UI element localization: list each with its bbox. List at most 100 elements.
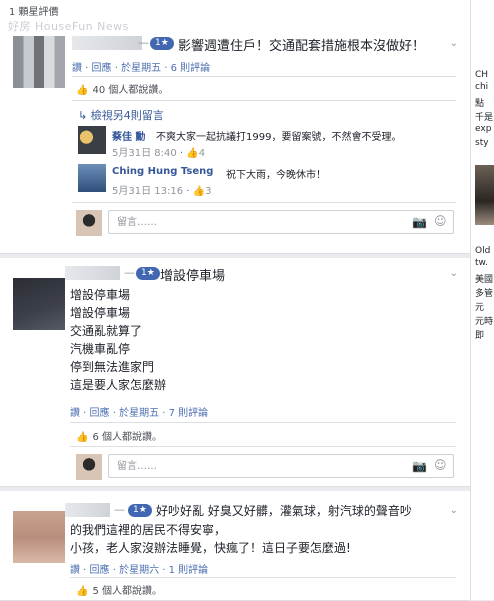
comment-body: 的我們這裡的居民不得安寧， 小孩，老人家沒辦法睡覺，快瘋了！這日子要怎麼過!	[70, 521, 351, 557]
sidebar-thumbnail[interactable]	[475, 165, 494, 225]
comment-3: — 1★ 好吵好亂 好臭又好髒，灌氣球，射汽球的聲音吵 ⌄ 的我們這裡的居民不得…	[0, 491, 470, 601]
divider	[70, 577, 456, 578]
reply-author[interactable]: 蔡佳 勳	[112, 128, 145, 143]
comment-title: 增設停車場	[160, 269, 226, 284]
body-line: 小孩，老人家沒辦法睡覺，快瘋了！這日子要怎麼過!	[70, 541, 351, 555]
body-line: 的我們這裡的居民不得安寧，	[70, 523, 227, 537]
edit-link[interactable]: 7 則評論	[169, 408, 209, 419]
divider	[72, 202, 456, 203]
body-line: 汽機車亂停	[70, 342, 131, 356]
star-badge: 1★	[150, 37, 174, 50]
thumbs-up-icon: · 👍	[186, 186, 206, 197]
sidebar-text: 元時	[475, 317, 494, 327]
sidebar-text: exp	[475, 124, 492, 134]
my-avatar	[76, 210, 102, 236]
reply-like-count: 3	[205, 186, 212, 197]
rating-header: 1 顆星評價	[0, 0, 470, 18]
reply-text: 祝下大雨，今晚休市！	[226, 170, 326, 181]
comment-body: 增設停車場 增設停車場 交通亂就算了 汽機車亂停 停到無法進家門 這是要人家怎麼…	[70, 286, 166, 394]
chevron-down-icon[interactable]: ⌄	[450, 38, 458, 49]
emoji-icon[interactable]: ☺	[434, 458, 447, 472]
name-dash: —	[114, 503, 125, 516]
comment-meta: 讚 · 回應 · 於星期五 · 6 則評論	[72, 63, 211, 74]
avatar[interactable]	[13, 36, 65, 88]
reply-text: 不爽大家一起抗議打1999，要留案號，不然會不受理。	[156, 132, 402, 143]
reply-avatar[interactable]	[78, 126, 106, 154]
sidebar-text: 千是	[475, 113, 494, 123]
commenter-name[interactable]	[65, 266, 120, 280]
like-link[interactable]: 讚	[70, 408, 80, 419]
star-badge: 1★	[136, 267, 160, 280]
camera-icon[interactable]: 📷	[412, 215, 427, 229]
thumbs-up-icon: 👍	[76, 85, 89, 96]
thumbs-up-icon: · 👍	[179, 148, 199, 159]
comment-title: 影響週遭住戶！交通配套措施根本沒做好！	[178, 39, 426, 54]
avatar[interactable]	[13, 511, 65, 563]
body-line: 停到無法進家門	[70, 360, 155, 374]
reply-date[interactable]: 5月31日 13:16	[112, 186, 183, 197]
sidebar-text[interactable]: chi	[475, 82, 488, 92]
like-count-text: 5 個人都說讚。	[92, 586, 162, 597]
comment-date[interactable]: 於星期六	[119, 565, 159, 576]
sidebar-text: 元	[475, 303, 485, 313]
reply-meta: 5月31日 8:40 · 👍4	[112, 144, 205, 159]
body-line: 增設停車場	[70, 306, 131, 320]
sidebar-text: sty	[475, 138, 489, 148]
comment-2: — 1★ 增設停車場 ⌄ 增設停車場 增設停車場 交通亂就算了 汽機車亂停 停到…	[0, 258, 470, 487]
divider	[72, 76, 456, 77]
like-summary[interactable]: 👍 5 個人都說讚。	[76, 582, 162, 597]
like-count-text: 6 個人都說讚。	[92, 432, 162, 443]
like-link[interactable]: 讚	[72, 63, 82, 74]
reply-input-row: 留言…… 📷 ☺	[76, 210, 456, 238]
name-dash: —	[138, 36, 149, 49]
divider	[70, 422, 456, 423]
more-replies-label: 檢視另4則留言	[90, 109, 164, 122]
right-sidebar: CH chi 點 千是 exp sty Old tw. 美國 多管 元 元時 即	[470, 0, 494, 600]
sidebar-text[interactable]: tw.	[475, 258, 488, 268]
reply-like-count: 4	[198, 148, 206, 159]
sidebar-text[interactable]: CH	[475, 70, 488, 80]
reply-input[interactable]: 留言……	[108, 454, 454, 478]
reply-avatar[interactable]	[78, 164, 106, 192]
reply-author[interactable]: Ching Hung Tseng	[112, 166, 213, 177]
sidebar-text[interactable]: Old	[475, 246, 490, 256]
comment-1: 好房 HouseFun News — 1★ 影響週遭住戶！交通配套措施根本沒做好…	[0, 16, 470, 254]
camera-icon[interactable]: 📷	[412, 459, 427, 473]
avatar[interactable]	[13, 278, 65, 330]
comment-date[interactable]: 於星期五	[121, 63, 161, 74]
chevron-down-icon[interactable]: ⌄	[450, 268, 458, 279]
emoji-icon[interactable]: ☺	[434, 214, 447, 228]
my-avatar	[76, 454, 102, 480]
commenter-name[interactable]	[72, 36, 142, 50]
commenter-name[interactable]	[65, 503, 110, 517]
reply-date[interactable]: 5月31日 8:40	[112, 148, 177, 159]
like-summary[interactable]: 👍 40 個人都說讚。	[76, 81, 168, 96]
watermark: 好房 HouseFun News	[8, 20, 129, 33]
view-more-replies[interactable]: ↳ 檢視另4則留言	[78, 107, 164, 123]
reply-arrow-icon: ↳	[78, 109, 91, 122]
body-line: 增設停車場	[70, 288, 131, 302]
reply-link[interactable]: 回應	[90, 565, 110, 576]
edit-link[interactable]: 6 則評論	[171, 63, 211, 74]
reply-meta: 5月31日 13:16 · 👍3	[112, 182, 211, 197]
name-dash: —	[124, 266, 135, 279]
comment-title: 好吵好亂 好臭又好髒，灌氣球，射汽球的聲音吵	[156, 504, 412, 518]
chevron-down-icon[interactable]: ⌄	[450, 505, 458, 516]
like-link[interactable]: 讚	[70, 565, 80, 576]
body-line: 交通亂就算了	[70, 324, 143, 338]
sidebar-text: 即	[475, 331, 485, 341]
edit-link[interactable]: 1 則評論	[169, 565, 209, 576]
reply-input[interactable]: 留言……	[108, 210, 454, 234]
sidebar-text: 多管	[475, 289, 494, 299]
reply-link[interactable]: 回應	[92, 63, 112, 74]
sidebar-text: 點	[475, 99, 485, 109]
divider	[72, 100, 456, 101]
thumbs-up-icon: 👍	[76, 586, 89, 597]
divider	[70, 446, 456, 447]
body-line: 這是要人家怎麼辦	[70, 378, 167, 392]
star-badge: 1★	[128, 504, 152, 517]
comment-date[interactable]: 於星期五	[119, 408, 159, 419]
reply-link[interactable]: 回應	[90, 408, 110, 419]
like-count-text: 40 個人都說讚。	[92, 85, 169, 96]
like-summary[interactable]: 👍 6 個人都說讚。	[76, 428, 162, 443]
